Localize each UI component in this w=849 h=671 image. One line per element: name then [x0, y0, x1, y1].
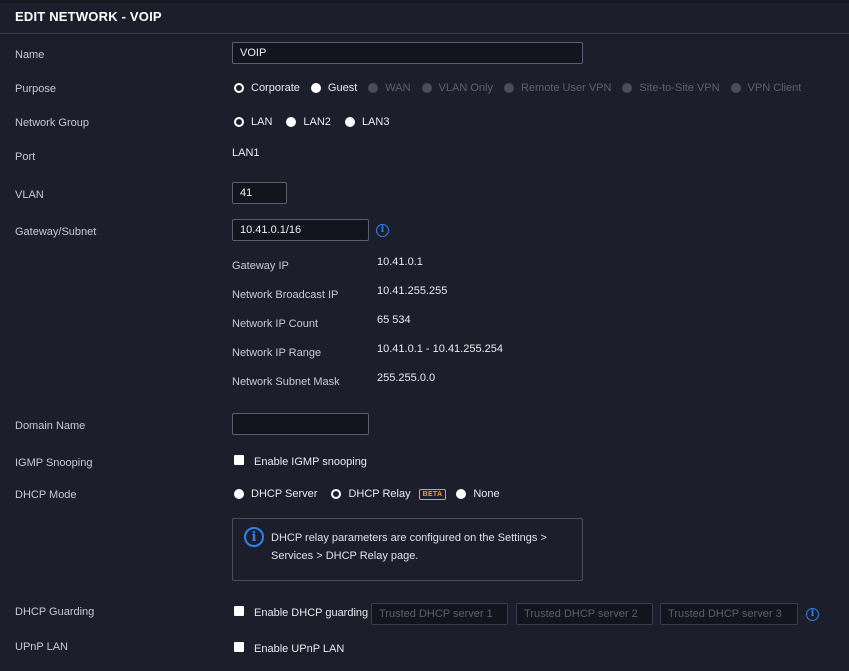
trusted-dhcp-server-3-input[interactable] — [660, 603, 798, 625]
broadcast-ip-value: 10.41.255.255 — [377, 285, 448, 297]
page-title: EDIT NETWORK - VOIP — [15, 9, 162, 24]
dhcp-mode-label: DHCP Mode — [15, 489, 77, 501]
ip-count-value: 65 534 — [377, 314, 411, 326]
purpose-label: Purpose — [15, 83, 56, 95]
dhcp-relay-notice: i DHCP relay parameters are configured o… — [232, 518, 583, 581]
radio-icon — [234, 83, 244, 93]
radio-icon — [421, 83, 432, 93]
subnet-mask-label: Network Subnet Mask — [232, 376, 340, 388]
info-icon[interactable]: i — [376, 224, 389, 237]
title-divider — [0, 33, 849, 34]
broadcast-ip-label: Network Broadcast IP — [232, 289, 339, 301]
dhcp-mode-option-none[interactable]: None — [456, 488, 500, 500]
purpose-option-guest[interactable]: Guest — [310, 82, 357, 94]
network-group-label: Network Group — [15, 117, 89, 129]
checkbox-icon — [234, 606, 244, 616]
name-label: Name — [15, 49, 45, 61]
radio-icon — [730, 83, 741, 93]
trusted-dhcp-server-2-input[interactable] — [516, 603, 653, 625]
purpose-option-corporate[interactable]: Corporate — [234, 82, 300, 94]
checkbox-icon — [234, 455, 244, 465]
purpose-option-wan: WAN — [368, 82, 411, 94]
purpose-option-site-to-site-vpn: Site-to-Site VPN — [622, 82, 720, 94]
radio-icon — [310, 83, 321, 93]
trusted-dhcp-server-1-input[interactable] — [371, 603, 508, 625]
network-group-radio-group: LAN LAN2 LAN3 — [234, 114, 400, 130]
purpose-radio-group: Corporate Guest WAN VLAN Only Remote Use… — [234, 80, 812, 96]
ip-range-value: 10.41.0.1 - 10.41.255.254 — [377, 343, 503, 355]
ip-range-label: Network IP Range — [232, 347, 322, 359]
domain-name-input[interactable] — [232, 413, 369, 435]
radio-icon — [456, 489, 467, 499]
domain-name-label: Domain Name — [15, 420, 86, 432]
port-label: Port — [15, 151, 36, 163]
dhcp-guarding-label: DHCP Guarding — [15, 606, 95, 618]
radio-icon — [344, 117, 355, 127]
purpose-option-vlan-only: VLAN Only — [421, 82, 493, 94]
beta-badge: BETA — [418, 488, 447, 500]
purpose-option-vpn-client: VPN Client — [730, 82, 801, 94]
dhcp-mode-option-server[interactable]: DHCP Server — [234, 488, 317, 500]
radio-icon — [331, 489, 342, 499]
radio-icon — [503, 83, 514, 93]
title-strip — [0, 0, 849, 3]
info-icon[interactable]: i — [806, 608, 819, 621]
dhcp-mode-option-relay[interactable]: DHCP Relay — [331, 488, 411, 500]
gateway-subnet-label: Gateway/Subnet — [15, 226, 97, 238]
dhcp-guarding-checkbox[interactable]: Enable DHCP guarding — [234, 603, 368, 619]
upnp-lan-checkbox[interactable]: Enable UPnP LAN — [234, 638, 344, 655]
gateway-ip-label: Gateway IP — [232, 260, 289, 272]
vlan-label: VLAN — [15, 189, 44, 201]
vlan-input[interactable] — [232, 182, 287, 204]
network-group-option-lan[interactable]: LAN — [234, 116, 272, 128]
upnp-lan-label: UPnP LAN — [15, 641, 68, 653]
radio-icon — [234, 117, 244, 127]
dhcp-relay-notice-text: DHCP relay parameters are configured on … — [271, 532, 547, 562]
purpose-option-remote-user-vpn: Remote User VPN — [503, 82, 611, 94]
ip-count-label: Network IP Count — [232, 318, 319, 330]
dhcp-mode-radio-group: DHCP Server DHCP Relay BETA None — [234, 486, 511, 502]
igmp-snooping-checkbox[interactable]: Enable IGMP snooping — [234, 452, 367, 468]
checkbox-icon — [234, 641, 244, 652]
port-value: LAN1 — [232, 147, 260, 159]
radio-icon — [622, 83, 633, 93]
network-group-option-lan3[interactable]: LAN3 — [344, 116, 389, 128]
network-group-option-lan2[interactable]: LAN2 — [286, 116, 331, 128]
igmp-snooping-label: IGMP Snooping — [15, 457, 93, 469]
radio-icon — [234, 489, 244, 499]
subnet-mask-value: 255.255.0.0 — [377, 372, 436, 384]
gateway-ip-value: 10.41.0.1 — [377, 256, 423, 268]
radio-icon — [368, 83, 379, 93]
gateway-subnet-input[interactable] — [232, 219, 369, 241]
name-input[interactable] — [232, 42, 583, 64]
radio-icon — [286, 117, 297, 127]
info-icon: i — [244, 527, 264, 547]
